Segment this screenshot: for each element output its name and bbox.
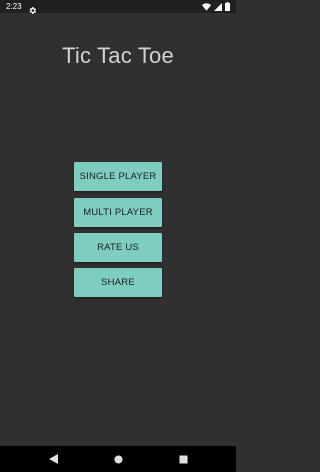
navigation-bar bbox=[0, 446, 236, 472]
single-player-button[interactable]: SINGLE PLAYER bbox=[74, 162, 162, 191]
multi-player-button[interactable]: MULTI PLAYER bbox=[74, 198, 162, 227]
battery-icon bbox=[225, 2, 230, 11]
settings-icon bbox=[28, 2, 37, 14]
status-time: 2:23 bbox=[6, 2, 22, 11]
share-button[interactable]: SHARE bbox=[74, 268, 162, 297]
recents-icon[interactable] bbox=[178, 454, 188, 464]
home-icon[interactable] bbox=[113, 454, 123, 464]
back-icon[interactable] bbox=[48, 454, 58, 464]
signal-icon bbox=[214, 2, 222, 11]
status-bar: 2:23 bbox=[0, 0, 236, 14]
app-title: Tic Tac Toe bbox=[62, 43, 174, 68]
rate-us-button[interactable]: RATE US bbox=[74, 233, 162, 262]
wifi-icon bbox=[202, 2, 211, 11]
